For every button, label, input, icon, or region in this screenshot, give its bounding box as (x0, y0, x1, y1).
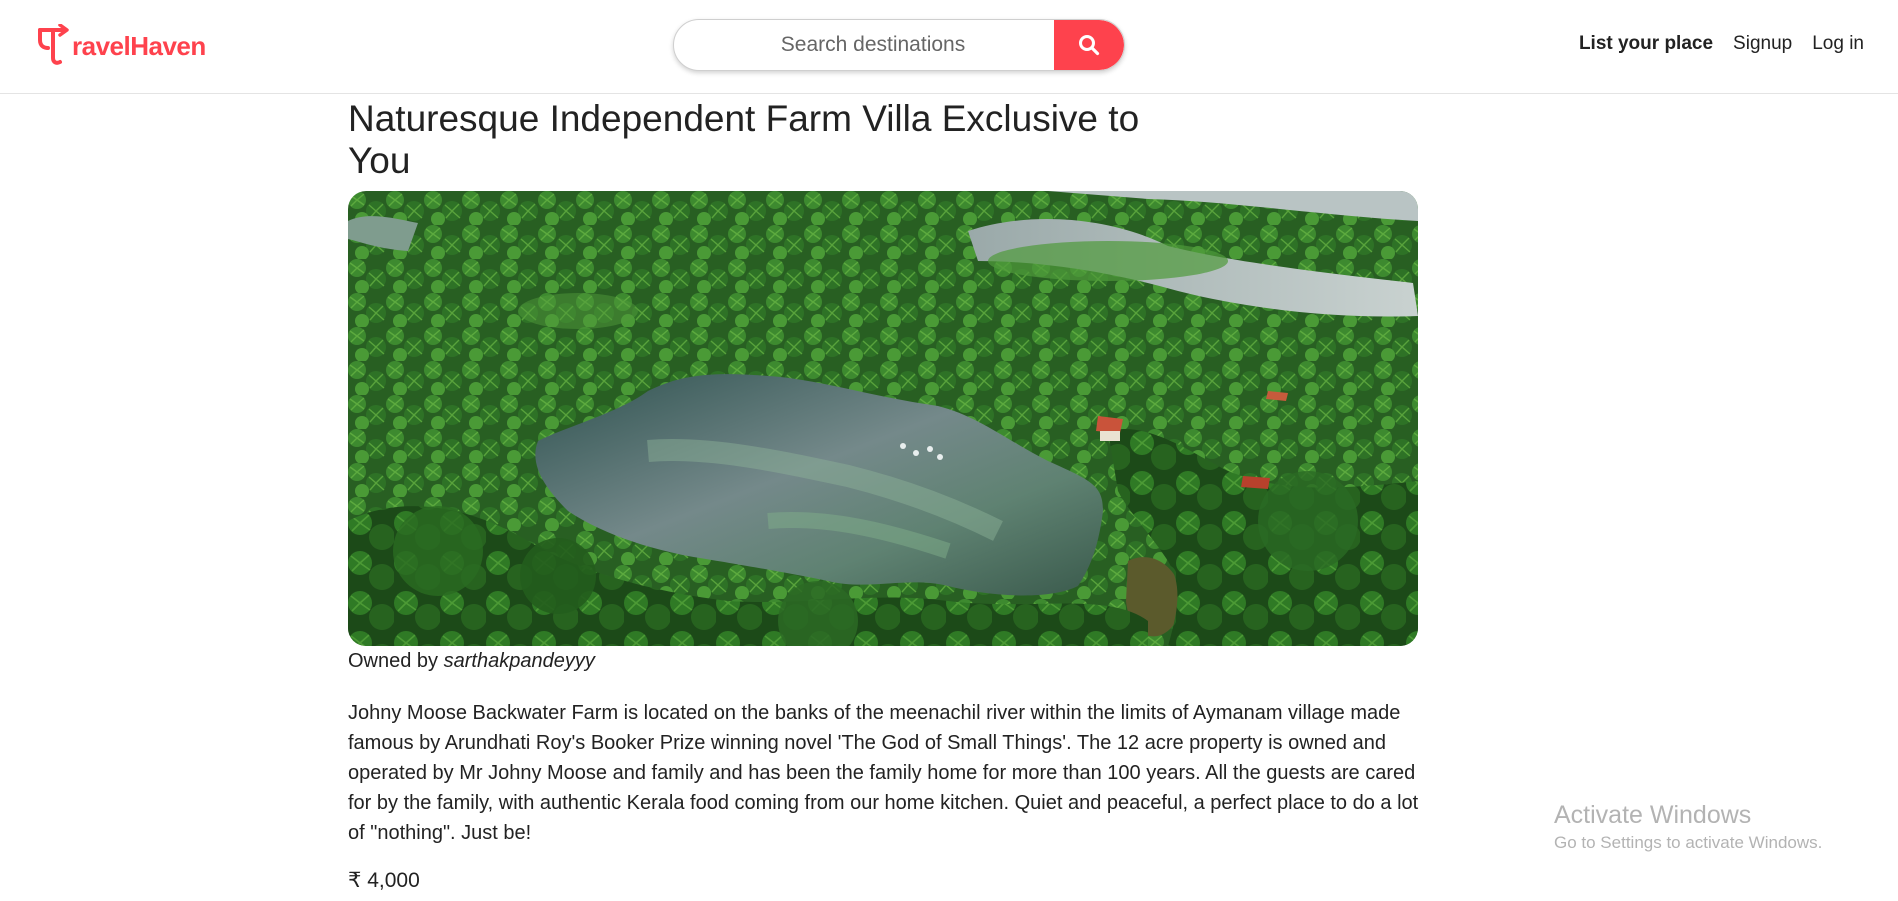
nav-links: List your place Signup Log in (1579, 33, 1864, 55)
search-button[interactable] (1054, 20, 1124, 70)
compass-arrow-icon (38, 24, 69, 65)
search-input[interactable] (674, 20, 1054, 70)
listing-description: Johny Moose Backwater Farm is located on… (348, 702, 1419, 844)
navbar: ravelHaven List your place Signup Log in (0, 0, 1898, 94)
brand-name: ravelHaven (72, 30, 206, 61)
signup-link[interactable]: Signup (1733, 33, 1792, 55)
login-link[interactable]: Log in (1812, 33, 1864, 55)
search-bar (673, 19, 1125, 71)
brand-logo-link[interactable]: ravelHaven (36, 24, 206, 68)
listing-image (348, 191, 1418, 646)
watermark-title: Activate Windows (1554, 801, 1752, 829)
search-icon (1079, 35, 1100, 56)
listing-title: Naturesque Independent Farm Villa Exclus… (348, 98, 1140, 181)
owner-name: sarthakpandeyyy (443, 650, 595, 672)
list-your-place-link[interactable]: List your place (1579, 33, 1713, 55)
owner-prefix: Owned by (348, 650, 439, 672)
listing-price: ₹ 4,000 (348, 869, 420, 892)
owner-line: Owned by sarthakpandeyyy (348, 650, 595, 673)
watermark-subtitle: Go to Settings to activate Windows. (1554, 833, 1823, 852)
activate-windows-watermark: Activate Windows Go to Settings to activ… (1554, 800, 1822, 856)
